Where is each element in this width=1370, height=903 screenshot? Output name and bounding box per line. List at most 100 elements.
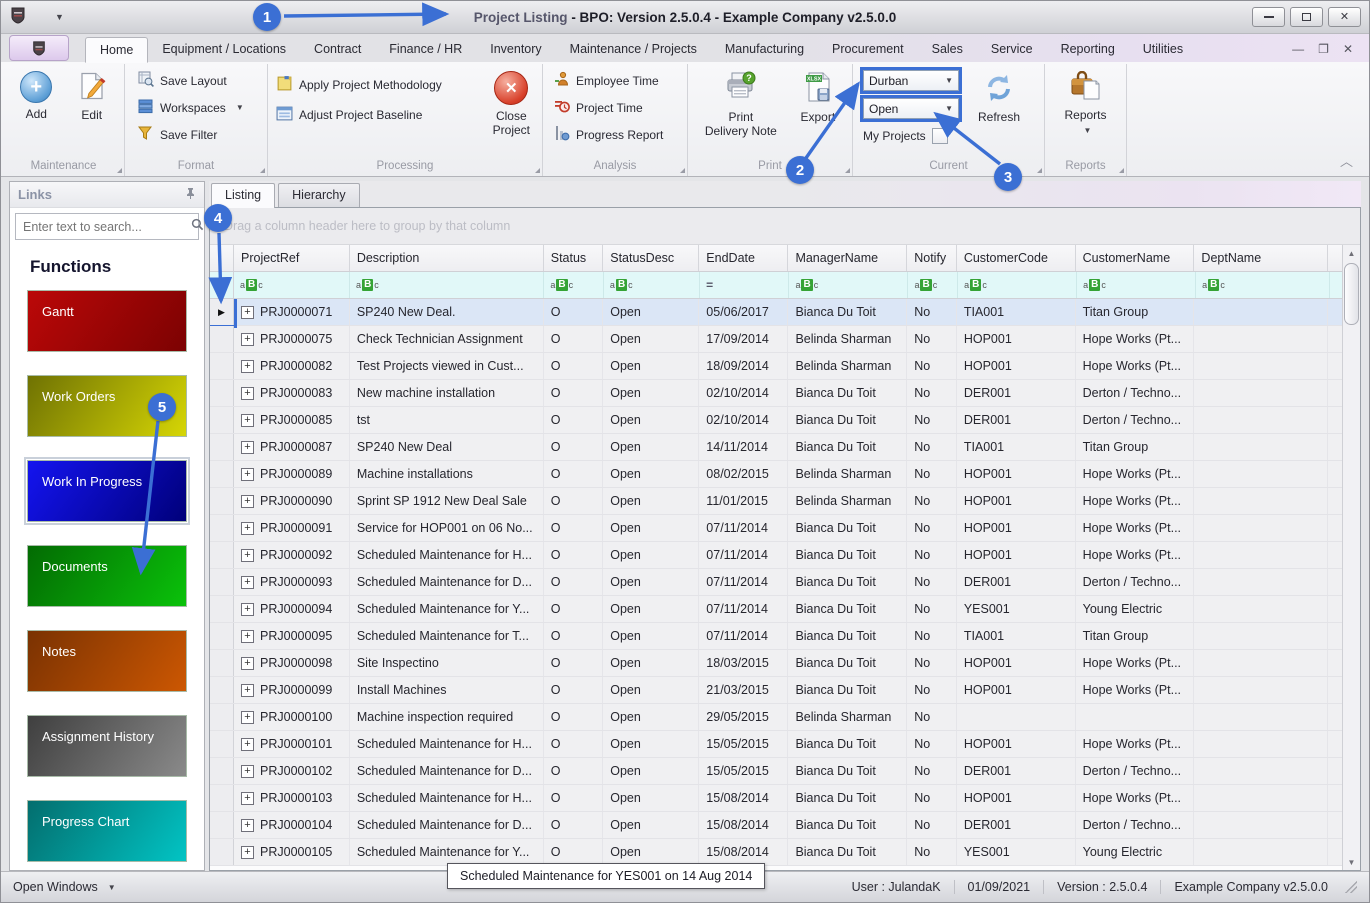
column-header-managername[interactable]: ManagerName xyxy=(788,245,907,271)
ribbon-tab-finance-hr[interactable]: Finance / HR xyxy=(375,37,476,62)
cell-statusdesc[interactable]: Open xyxy=(603,596,699,622)
cell-customername[interactable]: Derton / Techno... xyxy=(1076,407,1195,433)
cell-statusdesc[interactable]: Open xyxy=(603,731,699,757)
cell-statusdesc[interactable]: Open xyxy=(603,704,699,730)
cell-enddate[interactable]: 08/02/2015 xyxy=(699,461,788,487)
collapse-ribbon-icon[interactable]: ︿ xyxy=(1340,151,1353,170)
my-projects-checkbox[interactable] xyxy=(932,128,948,144)
quick-access-dropdown-icon[interactable]: ▼ xyxy=(55,12,64,22)
export-button[interactable]: XLSX Export xyxy=(793,67,842,124)
grid-tab-listing[interactable]: Listing xyxy=(211,183,275,208)
cell-description[interactable]: Scheduled Maintenance for H... xyxy=(350,542,544,568)
cell-projectref[interactable]: +PRJ0000090 xyxy=(234,488,350,514)
cell-customercode[interactable]: HOP001 xyxy=(957,515,1076,541)
expand-row-icon[interactable]: + xyxy=(241,711,254,724)
print-delivery-note-button[interactable]: ? PrintDelivery Note xyxy=(698,67,784,138)
cell-projectref[interactable]: +PRJ0000085 xyxy=(234,407,350,433)
cell-deptname[interactable] xyxy=(1194,461,1328,487)
abc-filter-icon[interactable]: aBc xyxy=(550,279,573,291)
group-by-bar[interactable]: Drag a column header here to group by th… xyxy=(210,208,1360,245)
progress-report-button[interactable]: Progress Report xyxy=(551,121,666,148)
cell-projectref[interactable]: +PRJ0000095 xyxy=(234,623,350,649)
row-indicator[interactable] xyxy=(210,461,234,487)
function-button-assignment-history[interactable]: Assignment History xyxy=(27,715,187,777)
expand-row-icon[interactable]: + xyxy=(241,846,254,859)
row-indicator[interactable] xyxy=(210,380,234,406)
cell-notify[interactable]: No xyxy=(907,623,957,649)
cell-statusdesc[interactable]: Open xyxy=(603,407,699,433)
row-indicator[interactable] xyxy=(210,758,234,784)
row-indicator[interactable] xyxy=(210,434,234,460)
cell-notify[interactable]: No xyxy=(907,515,957,541)
cell-managername[interactable]: Bianca Du Toit xyxy=(788,569,907,595)
cell-status[interactable]: O xyxy=(544,812,603,838)
cell-customername[interactable]: Hope Works (Pt... xyxy=(1076,785,1195,811)
vertical-scrollbar[interactable]: ▲ ▼ xyxy=(1342,245,1360,870)
expand-row-icon[interactable]: + xyxy=(241,306,254,319)
cell-customercode[interactable]: YES001 xyxy=(957,596,1076,622)
cell-enddate[interactable]: 15/08/2014 xyxy=(699,812,788,838)
cell-managername[interactable]: Bianca Du Toit xyxy=(788,407,907,433)
column-header-description[interactable]: Description xyxy=(350,245,544,271)
table-row[interactable]: +PRJ0000098Site InspectinoOOpen18/03/201… xyxy=(210,650,1342,677)
cell-customercode[interactable]: DER001 xyxy=(957,812,1076,838)
cell-statusdesc[interactable]: Open xyxy=(603,353,699,379)
cell-enddate[interactable]: 02/10/2014 xyxy=(699,380,788,406)
cell-notify[interactable]: No xyxy=(907,488,957,514)
abc-filter-icon[interactable]: aBc xyxy=(356,279,379,291)
row-indicator[interactable] xyxy=(210,515,234,541)
cell-managername[interactable]: Belinda Sharman xyxy=(788,704,907,730)
dialog-launcher-icon[interactable] xyxy=(845,168,850,173)
cell-projectref[interactable]: +PRJ0000105 xyxy=(234,839,350,865)
cell-deptname[interactable] xyxy=(1194,650,1328,676)
cell-enddate[interactable]: 29/05/2015 xyxy=(699,704,788,730)
cell-enddate[interactable]: 02/10/2014 xyxy=(699,407,788,433)
cell-customercode[interactable]: HOP001 xyxy=(957,785,1076,811)
cell-notify[interactable]: No xyxy=(907,326,957,352)
workspaces-button[interactable]: Workspaces ▼ xyxy=(135,94,247,121)
cell-projectref[interactable]: +PRJ0000098 xyxy=(234,650,350,676)
cell-description[interactable]: Sprint SP 1912 New Deal Sale xyxy=(350,488,544,514)
cell-customername[interactable]: Titan Group xyxy=(1076,434,1195,460)
cell-notify[interactable]: No xyxy=(907,380,957,406)
cell-projectref[interactable]: +PRJ0000087 xyxy=(234,434,350,460)
search-icon[interactable] xyxy=(191,218,204,236)
cell-enddate[interactable]: 21/03/2015 xyxy=(699,677,788,703)
table-row[interactable]: +PRJ0000104Scheduled Maintenance for D..… xyxy=(210,812,1342,839)
status-dropdown[interactable]: Open ▼ xyxy=(863,98,959,119)
cell-customercode[interactable]: TIA001 xyxy=(957,299,1076,325)
mdi-minimize-icon[interactable]: — xyxy=(1292,42,1304,56)
row-indicator[interactable] xyxy=(210,542,234,568)
cell-status[interactable]: O xyxy=(544,515,603,541)
cell-description[interactable]: Machine inspection required xyxy=(350,704,544,730)
table-row[interactable]: +PRJ0000092Scheduled Maintenance for H..… xyxy=(210,542,1342,569)
cell-customername[interactable]: Derton / Techno... xyxy=(1076,812,1195,838)
cell-customercode[interactable]: HOP001 xyxy=(957,488,1076,514)
filter-cell-deptname[interactable]: aBc xyxy=(1196,272,1330,298)
cell-projectref[interactable]: +PRJ0000101 xyxy=(234,731,350,757)
cell-customername[interactable] xyxy=(1076,704,1195,730)
cell-customercode[interactable]: DER001 xyxy=(957,407,1076,433)
cell-deptname[interactable] xyxy=(1194,299,1328,325)
row-indicator[interactable] xyxy=(210,326,234,352)
dialog-launcher-icon[interactable] xyxy=(117,168,122,173)
abc-filter-icon[interactable]: aBc xyxy=(964,279,987,291)
cell-customercode[interactable]: TIA001 xyxy=(957,623,1076,649)
expand-row-icon[interactable]: + xyxy=(241,684,254,697)
cell-deptname[interactable] xyxy=(1194,569,1328,595)
function-button-documents[interactable]: Documents xyxy=(27,545,187,607)
cell-customername[interactable]: Derton / Techno... xyxy=(1076,380,1195,406)
table-row[interactable]: ▶+PRJ0000071SP240 New Deal.OOpen05/06/20… xyxy=(210,299,1342,326)
cell-statusdesc[interactable]: Open xyxy=(603,839,699,865)
row-indicator[interactable] xyxy=(210,569,234,595)
equals-filter-icon[interactable]: = xyxy=(706,278,713,292)
reports-button[interactable]: Reports ▼ xyxy=(1057,67,1113,135)
cell-customername[interactable]: Hope Works (Pt... xyxy=(1076,461,1195,487)
cell-projectref[interactable]: +PRJ0000083 xyxy=(234,380,350,406)
cell-status[interactable]: O xyxy=(544,677,603,703)
cell-enddate[interactable]: 15/05/2015 xyxy=(699,758,788,784)
cell-managername[interactable]: Bianca Du Toit xyxy=(788,812,907,838)
table-row[interactable]: +PRJ0000087SP240 New DealOOpen14/11/2014… xyxy=(210,434,1342,461)
cell-description[interactable]: Machine installations xyxy=(350,461,544,487)
table-row[interactable]: +PRJ0000101Scheduled Maintenance for H..… xyxy=(210,731,1342,758)
